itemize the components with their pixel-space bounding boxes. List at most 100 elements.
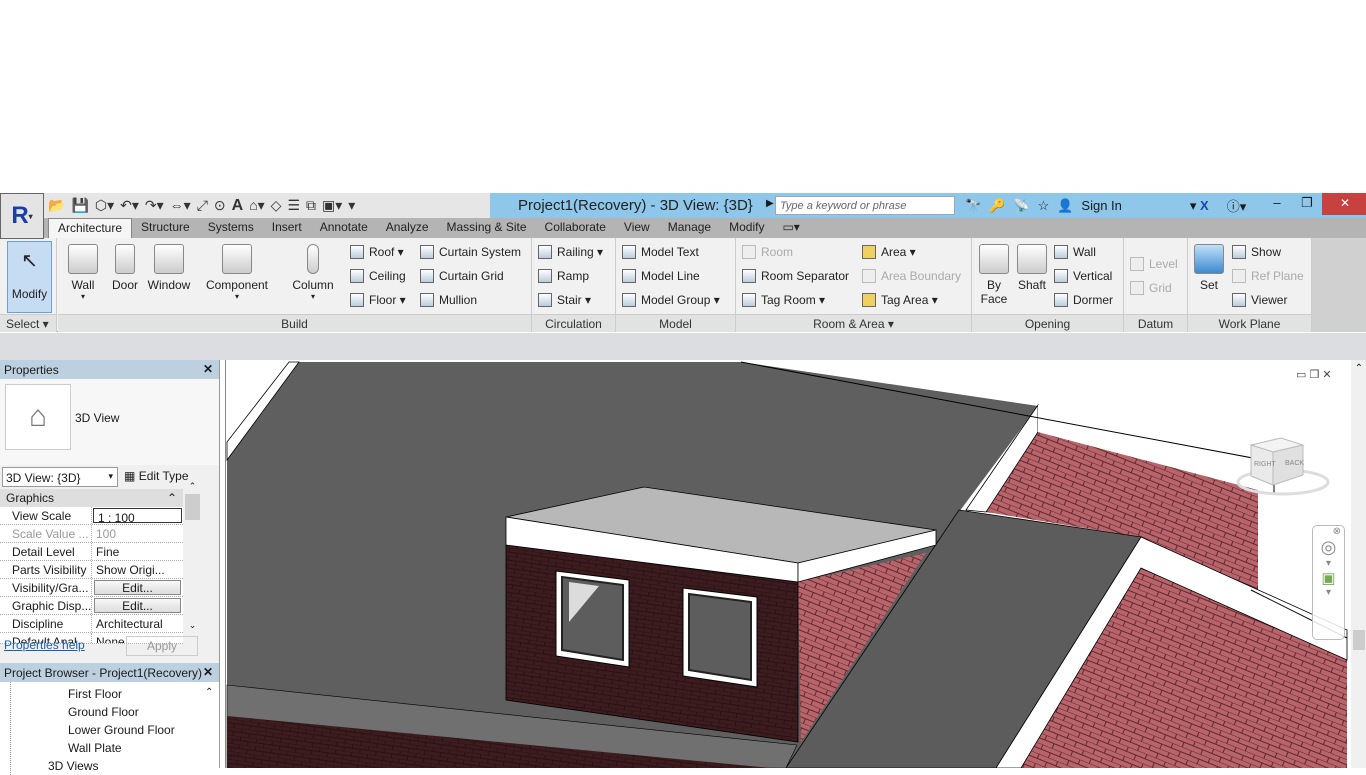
- zoom-dropdown-icon[interactable]: ▾: [1313, 587, 1344, 598]
- search-input[interactable]: Type a keyword or phrase: [775, 196, 955, 215]
- dormer-button[interactable]: Dormer: [1054, 293, 1113, 307]
- 3d-view-icon[interactable]: ⌂▾: [249, 197, 264, 214]
- open-icon[interactable]: 📂: [48, 197, 65, 214]
- tab-manage[interactable]: Manage: [659, 218, 720, 238]
- area-button[interactable]: Area ▾: [862, 245, 916, 259]
- tree-item[interactable]: Ground Floor: [11, 703, 219, 721]
- close-browser-icon[interactable]: ✕: [203, 665, 213, 679]
- tab-architecture[interactable]: Architecture: [48, 218, 133, 238]
- text-icon[interactable]: A: [232, 197, 244, 215]
- 3d-viewport[interactable]: RIGHT BACK ▭ ❐ ✕ ⊗ ◎ ▾ ▣ ▾ ⌃: [225, 360, 1366, 768]
- graphics-group-header[interactable]: Graphics ⌃: [0, 489, 183, 507]
- binoculars-icon[interactable]: 🔭: [965, 198, 981, 214]
- edit-type-button[interactable]: ▦ Edit Type: [124, 469, 189, 483]
- browser-scroll-up[interactable]: ⌃: [205, 687, 213, 698]
- subscription-icon[interactable]: 🔑: [989, 198, 1005, 214]
- wall-button[interactable]: Wall ▾: [64, 244, 102, 301]
- tree-item[interactable]: Wall Plate: [11, 739, 219, 757]
- minimize-ribbon-icon[interactable]: ▭▾: [773, 218, 808, 238]
- viewer-button[interactable]: Viewer: [1232, 293, 1287, 307]
- mullion-button[interactable]: Mullion: [420, 293, 477, 307]
- apply-button[interactable]: Apply: [126, 636, 198, 656]
- edit-visibility-button[interactable]: Edit...: [94, 580, 181, 595]
- column-button[interactable]: Column ▾: [286, 244, 340, 301]
- sign-in-button[interactable]: Sign In: [1081, 198, 1121, 213]
- grid-button[interactable]: Grid: [1130, 281, 1172, 295]
- tag-icon[interactable]: ⊙: [214, 197, 226, 214]
- expand-search-icon[interactable]: ▶: [766, 198, 774, 209]
- tree-item[interactable]: First Floor: [11, 685, 219, 703]
- tag-area-button[interactable]: Tag Area ▾: [862, 293, 938, 307]
- 3d-model-view[interactable]: RIGHT BACK: [226, 360, 1366, 768]
- customize-qat-icon[interactable]: ▾: [348, 197, 355, 214]
- tree-item[interactable]: 3D Views: [11, 757, 219, 775]
- close-button[interactable]: ✕: [1322, 193, 1366, 215]
- redo-icon[interactable]: ↷▾: [145, 197, 164, 214]
- level-button[interactable]: Level: [1130, 257, 1178, 271]
- floor-button[interactable]: Floor ▾: [350, 293, 406, 307]
- close-view-icon[interactable]: ✕: [1322, 369, 1331, 381]
- model-line-button[interactable]: Model Line: [622, 269, 700, 283]
- aligned-dimension-icon[interactable]: ⤢: [197, 197, 208, 214]
- exchange-icon[interactable]: ▾ X: [1190, 198, 1209, 214]
- window-button[interactable]: Window: [144, 244, 194, 292]
- room-area-panel-label[interactable]: Room & Area ▾: [736, 314, 971, 332]
- tab-modify[interactable]: Modify: [720, 218, 773, 238]
- tag-room-button[interactable]: Tag Room ▾: [742, 293, 825, 307]
- tab-structure[interactable]: Structure: [132, 218, 199, 238]
- view-scale-input[interactable]: 1 : 100: [93, 508, 182, 523]
- vertical-opening-button[interactable]: Vertical: [1054, 269, 1112, 283]
- railing-button[interactable]: Railing ▾: [538, 245, 603, 259]
- properties-help-link[interactable]: Properties help: [4, 638, 85, 652]
- undo-icon[interactable]: ↶▾: [120, 197, 139, 214]
- room-button[interactable]: Room: [742, 245, 793, 259]
- thin-lines-icon[interactable]: ☰: [287, 197, 300, 214]
- tree-item[interactable]: Lower Ground Floor: [11, 721, 219, 739]
- scrollbar-thumb[interactable]: [1353, 630, 1365, 650]
- restore-button[interactable]: ❐: [1292, 193, 1322, 215]
- vertical-scrollbar[interactable]: ⌃: [1351, 360, 1366, 768]
- tab-analyze[interactable]: Analyze: [377, 218, 438, 238]
- modify-button[interactable]: ↖ Modify: [7, 241, 52, 313]
- wheel-dropdown-icon[interactable]: ▾: [1313, 558, 1344, 569]
- zoom-region-icon[interactable]: ▣: [1313, 569, 1344, 587]
- model-group-button[interactable]: Model Group ▾: [622, 293, 720, 307]
- application-menu-button[interactable]: R ▾: [0, 193, 44, 239]
- minimize-button[interactable]: ‒: [1262, 193, 1292, 215]
- close-properties-icon[interactable]: ✕: [203, 362, 213, 376]
- stair-button[interactable]: Stair ▾: [538, 293, 591, 307]
- tab-systems[interactable]: Systems: [199, 218, 263, 238]
- sync-icon[interactable]: ⬡▾: [95, 197, 114, 214]
- tab-massing-site[interactable]: Massing & Site: [438, 218, 536, 238]
- restore-view-icon[interactable]: ❐: [1309, 369, 1319, 381]
- minimize-view-icon[interactable]: ▭: [1296, 369, 1306, 381]
- room-separator-button[interactable]: Room Separator: [742, 269, 849, 283]
- section-icon[interactable]: ◇: [271, 197, 282, 214]
- tab-collaborate[interactable]: Collaborate: [536, 218, 615, 238]
- tab-annotate[interactable]: Annotate: [311, 218, 377, 238]
- set-work-plane-button[interactable]: Set: [1194, 244, 1224, 292]
- ref-plane-button[interactable]: Ref Plane: [1232, 269, 1304, 283]
- switch-windows-icon[interactable]: ▣▾: [322, 197, 342, 214]
- close-hidden-icon[interactable]: ⧉: [306, 197, 316, 214]
- wall-opening-button[interactable]: Wall: [1054, 245, 1096, 259]
- steering-wheel-icon[interactable]: ◎: [1313, 537, 1344, 558]
- shaft-button[interactable]: Shaft: [1014, 244, 1050, 292]
- user-icon[interactable]: 👤: [1057, 198, 1073, 214]
- door-button[interactable]: Door: [108, 244, 142, 292]
- tab-view[interactable]: View: [615, 218, 659, 238]
- roof-button[interactable]: Roof ▾: [350, 245, 404, 259]
- show-work-plane-button[interactable]: Show: [1232, 245, 1281, 259]
- type-selector-dropdown[interactable]: 3D View: {3D} ▾: [2, 467, 118, 487]
- save-icon[interactable]: 💾: [71, 197, 88, 214]
- ramp-button[interactable]: Ramp: [538, 269, 589, 283]
- tab-insert[interactable]: Insert: [263, 218, 311, 238]
- edit-graphic-display-button[interactable]: Edit...: [94, 598, 181, 613]
- model-text-button[interactable]: Model Text: [622, 245, 699, 259]
- measure-icon[interactable]: ⇔▾: [170, 197, 191, 214]
- favorites-icon[interactable]: ☆: [1038, 198, 1050, 214]
- curtain-system-button[interactable]: Curtain System: [420, 245, 521, 259]
- properties-scrollbar[interactable]: ⌃ ⌄: [185, 481, 200, 631]
- curtain-grid-button[interactable]: Curtain Grid: [420, 269, 504, 283]
- by-face-button[interactable]: By Face: [976, 244, 1012, 306]
